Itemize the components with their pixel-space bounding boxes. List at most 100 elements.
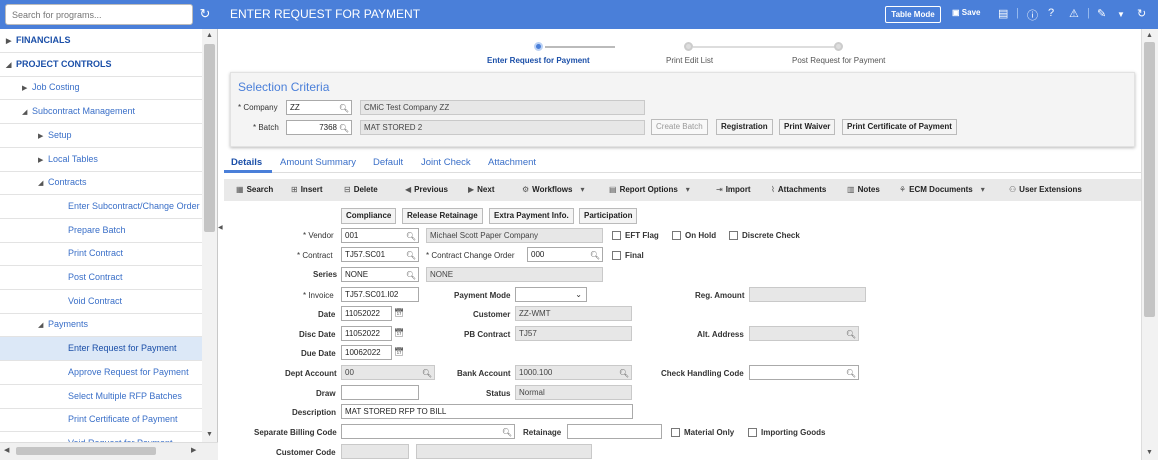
previous-button[interactable]: ◀ Previous (405, 185, 448, 194)
registration-button[interactable]: Registration (716, 119, 773, 135)
retainage-input[interactable] (567, 424, 662, 439)
invoice-input[interactable]: TJ57.SC01.I02 (341, 287, 419, 302)
sidebar-item[interactable]: Void Contract (0, 290, 202, 314)
tab-attachment[interactable]: Attachment (488, 157, 536, 168)
tab-joint-check[interactable]: Joint Check (421, 157, 471, 168)
chevron-down-icon[interactable]: ◢ (38, 314, 48, 337)
sidebar-item[interactable]: ◢ PROJECT CONTROLS (0, 53, 202, 77)
sidebar-item[interactable]: ▶ Setup (0, 124, 202, 148)
search-button[interactable]: ▦ Search (236, 185, 273, 194)
participation-button[interactable]: Participation (579, 208, 638, 224)
sidebar-item[interactable]: ▶ Job Costing (0, 76, 202, 101)
release-retainage-button[interactable]: Release Retainage (402, 208, 483, 224)
ecm-documents-button[interactable]: ⚘ ECM Documents ▾ (899, 185, 988, 194)
description-input[interactable]: MAT STORED RFP TO BILL (341, 404, 633, 419)
discrete-check-checkbox[interactable] (729, 231, 738, 240)
dept-account-field[interactable]: 00 🔍︎ (341, 365, 435, 380)
scroll-down-icon[interactable]: ▼ (206, 431, 213, 438)
main-scroll-thumb[interactable] (1144, 42, 1155, 317)
material-only-checkbox[interactable] (671, 428, 680, 437)
edit-icon[interactable]: ✎ (1097, 7, 1106, 20)
create-batch-button[interactable]: Create Batch (651, 119, 708, 135)
sidebar-item[interactable]: Enter Subcontract/Change Order (0, 195, 202, 219)
user-extensions-button[interactable]: ⚇ User Extensions (1009, 185, 1082, 194)
scroll-right-icon[interactable]: ▶ (191, 446, 196, 454)
search-icon[interactable]: 🔍︎ (502, 426, 512, 438)
export-icon[interactable]: ▤ (998, 7, 1008, 20)
vendor-input[interactable]: 001 🔍︎ (341, 228, 419, 243)
search-icon[interactable]: 🔍︎ (339, 102, 349, 114)
program-search-input[interactable] (5, 4, 193, 25)
chevron-down-icon[interactable]: ▼ (1117, 10, 1125, 19)
sidebar-item[interactable]: ◢ Payments (0, 313, 202, 338)
insert-button[interactable]: ⊞ Insert (291, 185, 323, 194)
sidebar-item[interactable]: Print Contract (0, 242, 202, 267)
batch-input[interactable]: 7368 🔍︎ (286, 120, 352, 135)
attachments-button[interactable]: ⌇ Attachments (771, 185, 826, 194)
sidebar-item[interactable]: ▶ Local Tables (0, 148, 202, 172)
scroll-up-icon[interactable]: ▲ (206, 32, 213, 39)
warning-icon[interactable]: ⚠ (1069, 7, 1079, 20)
check-handling-code-input[interactable]: 🔍︎ (749, 365, 859, 380)
sync-icon[interactable]: ↻ (1137, 7, 1146, 20)
print-certificate-button[interactable]: Print Certificate of Payment (842, 119, 957, 135)
sidebar-item[interactable]: Enter Request for Payment (0, 337, 202, 362)
disc-date-input[interactable]: 11052022 (341, 326, 392, 341)
workflows-button[interactable]: ⚙ Workflows ▾ (522, 185, 588, 194)
search-icon[interactable]: 🔍︎ (422, 367, 432, 379)
series-input[interactable]: NONE 🔍︎ (341, 267, 419, 282)
extra-payment-info-button[interactable]: Extra Payment Info. (489, 208, 574, 224)
next-button[interactable]: ▶ Next (468, 185, 495, 194)
info-icon[interactable]: ⓘ (1027, 7, 1038, 23)
sidebar-item[interactable]: Print Certificate of Payment (0, 408, 202, 433)
draw-input[interactable] (341, 385, 419, 400)
search-icon[interactable]: 🔍︎ (590, 249, 600, 261)
scroll-down-icon[interactable]: ▼ (1146, 449, 1153, 456)
search-icon[interactable]: 🔍︎ (339, 122, 349, 134)
date-input[interactable]: 11052022 (341, 306, 392, 321)
chevron-right-icon[interactable]: ▶ (6, 30, 16, 53)
chevron-right-icon[interactable]: ▶ (22, 77, 32, 100)
on-hold-checkbox[interactable] (672, 231, 681, 240)
calendar-icon[interactable]: 📅︎ (394, 347, 404, 356)
search-icon[interactable]: 🔍︎ (846, 328, 856, 340)
chevron-down-icon[interactable]: ◢ (22, 101, 32, 124)
sidebar-item[interactable]: Select Multiple RFP Batches (0, 385, 202, 409)
refresh-icon[interactable]: ↻ (197, 6, 213, 22)
sidebar-item[interactable]: ◢ Contracts (0, 171, 202, 196)
chevron-down-icon[interactable]: ◢ (38, 172, 48, 195)
contract-input[interactable]: TJ57.SC01 🔍︎ (341, 247, 419, 262)
tab-default[interactable]: Default (373, 157, 403, 168)
step-dot[interactable] (834, 42, 843, 51)
separate-billing-code-input[interactable]: 🔍︎ (341, 424, 515, 439)
payment-mode-select[interactable]: ⌄ (515, 287, 587, 302)
scroll-up-icon[interactable]: ▲ (1146, 32, 1153, 39)
chevron-down-icon[interactable]: ◢ (6, 54, 16, 77)
chevron-right-icon[interactable]: ▶ (38, 149, 48, 172)
table-mode-button[interactable]: Table Mode (885, 6, 941, 23)
search-icon[interactable]: 🔍︎ (406, 249, 416, 261)
sidebar-item[interactable]: ▶ FINANCIALS (0, 29, 202, 53)
final-checkbox[interactable] (612, 251, 621, 260)
sidebar-item[interactable]: Post Contract (0, 266, 202, 290)
help-icon[interactable]: ? (1048, 7, 1054, 19)
importing-goods-checkbox[interactable] (748, 428, 757, 437)
chevron-right-icon[interactable]: ▶ (38, 125, 48, 148)
print-waiver-button[interactable]: Print Waiver (779, 119, 836, 135)
delete-button[interactable]: ⊟ Delete (344, 185, 378, 194)
alt-address-field[interactable]: 🔍︎ (749, 326, 859, 341)
calendar-icon[interactable]: 📅︎ (394, 308, 404, 317)
company-input[interactable]: ZZ 🔍︎ (286, 100, 352, 115)
scroll-left-icon[interactable]: ◀ (4, 446, 9, 454)
bank-account-field[interactable]: 1000.100 🔍︎ (515, 365, 632, 380)
sidebar-item[interactable]: Prepare Batch (0, 219, 202, 243)
save-button[interactable]: ▣ Save (952, 8, 980, 17)
sidebar-horizontal-thumb[interactable] (16, 447, 156, 455)
sidebar-scroll-thumb[interactable] (204, 44, 215, 232)
calendar-icon[interactable]: 📅︎ (394, 328, 404, 337)
search-icon[interactable]: 🔍︎ (406, 269, 416, 281)
step-dot[interactable] (684, 42, 693, 51)
sidebar-item[interactable]: ◢ Subcontract Management (0, 100, 202, 125)
report-options-button[interactable]: ▤ Report Options ▾ (609, 185, 693, 194)
search-icon[interactable]: 🔍︎ (846, 367, 856, 379)
